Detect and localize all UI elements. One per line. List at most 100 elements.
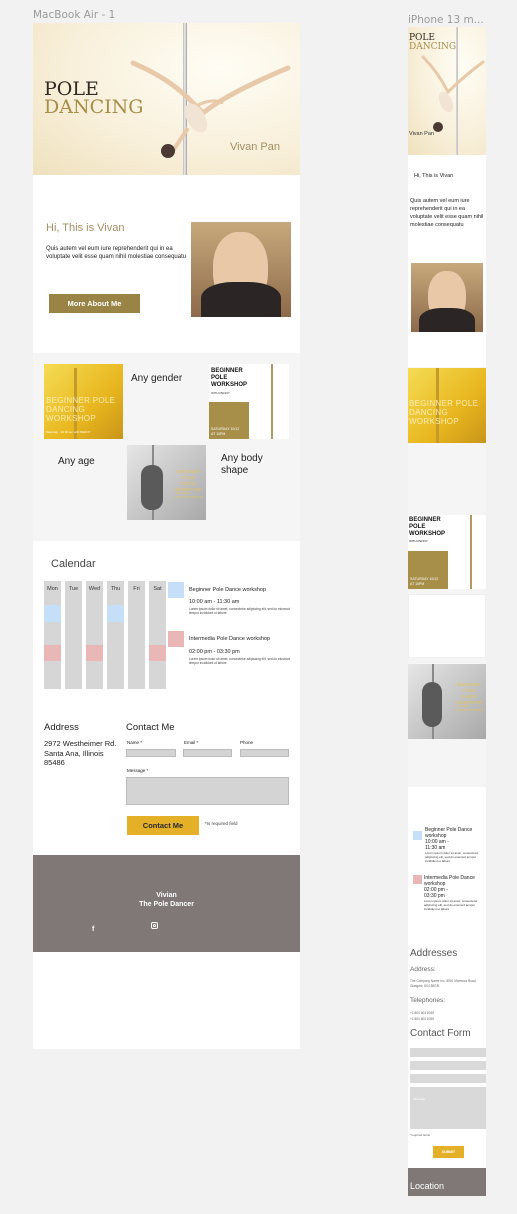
calendar-event-intermedia[interactable] (44, 645, 61, 661)
feature-body-line1: Any body (221, 453, 263, 464)
required-note: *Is required field (205, 821, 238, 826)
mobile-white-sub: WITH PENNY (409, 539, 428, 543)
message-textarea[interactable] (126, 777, 289, 805)
grey-workshop-poster: BEGINNER POLE DANCE WORKSHOP SAT 10/12 1… (127, 445, 206, 520)
intro-heading: Hi, This is Vivan (46, 222, 125, 234)
mobile-grey-poster: BEGINNER POLE DANCE WORKSHOP SAT 10/12 1… (408, 664, 486, 739)
mobile-hero: POLE DANCING Vivan Pan (408, 27, 486, 155)
address-line2: Santa Ana, Illinois (44, 748, 104, 758)
email-label: Email * (184, 740, 199, 745)
mobile-yellow-line2: DANCING (409, 408, 448, 417)
mobile-telephones-label: Telephones: (410, 997, 446, 1004)
calendar-event-beginner[interactable] (44, 605, 61, 622)
mobile-yellow-line3: WORKSHOP (409, 417, 459, 426)
mobile-white-title3: WORKSHOP (409, 531, 445, 537)
desktop-frame: POLE DANCING Vivan Pan Hi, This is Vivan… (33, 23, 300, 1049)
mobile-address-text: The Company Name Inc. 8901 Marmora Road,… (410, 979, 477, 988)
mobile-event-intermedia-desc: Lorem ipsum dolor sit amet, consectetur … (424, 899, 478, 911)
mobile-hero-name: Vivan Pan (409, 131, 434, 137)
hero-name: Vivan Pan (230, 141, 280, 153)
feature-any-body-shape: Any body shape (221, 453, 263, 477)
mobile-location-footer: Location (408, 1168, 486, 1196)
address-block: 2972 Westheimer Rd. Santa Ana, Illinois … (44, 739, 116, 768)
mobile-message-placeholder: Message (413, 1097, 426, 1101)
feature-body-line2: shape (221, 465, 249, 476)
grey-poster-dancer (141, 465, 163, 510)
mobile-name-input[interactable]: Name (410, 1048, 486, 1062)
yellow-poster-line1: BEGINNER POLE (46, 396, 116, 405)
event-time-intermedia: 02:00 pm - 03:30 pm (189, 649, 240, 655)
phone-label: Phone (240, 740, 254, 745)
hero-title-line2: DANCING (44, 96, 144, 118)
mobile-contact-form-heading: Contact Form (410, 1028, 471, 1039)
mobile-white-poster: BEGINNER POLE WORKSHOP WITH PENNY SATURD… (408, 515, 486, 589)
mobile-grey-sub2: 10PM WITH PENNY (456, 708, 484, 712)
mobile-grey-line1: BEGINNER POLE (457, 682, 481, 693)
mobile-email-input[interactable]: Email (410, 1061, 486, 1075)
mobile-phone1: +1 800 603 6035 (410, 1011, 435, 1015)
mobile-event-beginner: Beginner Pole Dance workshop 10:00 am - … (425, 827, 485, 863)
address-line3: 85486 (44, 758, 65, 767)
address-heading: Address (44, 722, 79, 733)
intro-text: Quis autem vel eum iure reprehenderit qu… (46, 246, 187, 260)
event-title-beginner: Beginner Pole Dance workshop (189, 587, 267, 593)
phone-input[interactable] (240, 749, 289, 757)
mobile-intro-text: Quis autem vel eum iure reprehenderit qu… (410, 198, 484, 228)
contact-heading: Contact Me (126, 722, 175, 733)
calendar-day-sat: Sat (153, 586, 162, 592)
poster-pole-2 (271, 364, 273, 439)
calendar-col-fri[interactable]: Fri (128, 581, 145, 689)
portrait-shoulders (201, 282, 281, 317)
white-poster-block: SATURDAY 10/12 AT 10PM (209, 402, 249, 439)
calendar-event-intermedia[interactable] (149, 645, 166, 661)
mobile-event-swatch-pink (413, 875, 422, 884)
calendar-col-tue[interactable]: Tue (65, 581, 82, 689)
calendar-event-beginner[interactable] (107, 605, 124, 622)
mobile-yellow-line1: BEGINNER POLE (409, 399, 479, 408)
mobile-phone-input[interactable]: Phone (410, 1074, 486, 1088)
hero-section: POLE DANCING Vivan Pan (33, 23, 300, 175)
mobile-white-date1: SATURDAY 10/12 (410, 577, 439, 581)
contact-me-button[interactable]: Contact Me (127, 816, 199, 835)
mobile-yellow-poster: BEGINNER POLE DANCING WORKSHOP (408, 368, 486, 443)
mobile-addresses-heading: Addresses (410, 948, 458, 959)
mobile-event-intermedia: Intermedia Pole Dance workshop 02:00 pm … (424, 875, 485, 911)
event-desc-beginner: Lorem ipsum dolor sit amet, consectetur … (189, 607, 290, 616)
mobile-submit-button[interactable]: SUBMIT (433, 1146, 464, 1158)
calendar-col-sat[interactable]: Sat (149, 581, 166, 689)
mobile-message-textarea[interactable]: Message (410, 1087, 486, 1129)
calendar-day-tue: Tue (68, 586, 79, 592)
mobile-portrait-photo (411, 263, 483, 332)
calendar-day-wed: Wed (88, 586, 101, 592)
footer: Vivian The Pole Dancer f (33, 855, 300, 952)
name-input[interactable] (126, 749, 176, 757)
calendar-day-fri: Fri (133, 586, 140, 592)
white-workshop-poster: BEGINNER POLE WORKSHOP WITH PENNY SATURD… (209, 364, 289, 439)
event-time-beginner: 10:00 am - 11:30 am (189, 599, 240, 605)
yellow-poster-sub: Saturday · 10:00 am with PENNY (46, 430, 91, 434)
white-poster-title1: BEGINNER (211, 368, 243, 374)
yellow-poster-line3: WORKSHOP (46, 414, 96, 423)
facebook-icon[interactable]: f (92, 926, 94, 933)
calendar-day-mon: Mon (47, 586, 58, 592)
email-input[interactable] (183, 749, 232, 757)
event-swatch-pink (168, 631, 184, 647)
white-poster-date1: SATURDAY 10/12 (211, 427, 240, 431)
mobile-white-title1: BEGINNER (409, 517, 441, 523)
mobile-event-beginner-desc: Lorem ipsum dolor sit amet, consectetur … (425, 851, 479, 863)
event-desc-intermedia: Lorem ipsum dolor sit amet, consectetur … (189, 657, 290, 666)
address-line1: 2972 Westheimer Rd. (44, 739, 117, 748)
calendar-col-thu[interactable]: Thu (107, 581, 124, 689)
grey-poster-sub2: 10PM WITH PENNY (175, 495, 203, 499)
mobile-white-title2: POLE (409, 524, 426, 530)
mobile-white-date2: AT 10PM (410, 581, 425, 586)
instagram-icon[interactable] (151, 922, 158, 929)
feature-any-age: Any age (58, 456, 95, 467)
calendar-col-mon[interactable]: Mon (44, 581, 61, 689)
white-poster-date2: AT 10PM (211, 431, 226, 436)
calendar-event-intermedia[interactable] (86, 645, 103, 661)
more-about-me-button[interactable]: More About Me (49, 294, 140, 313)
mobile-frame: POLE DANCING Vivan Pan Hi, This is Vivan… (408, 27, 486, 1196)
calendar-col-wed[interactable]: Wed (86, 581, 103, 689)
grey-poster-line1: BEGINNER POLE (176, 469, 201, 480)
